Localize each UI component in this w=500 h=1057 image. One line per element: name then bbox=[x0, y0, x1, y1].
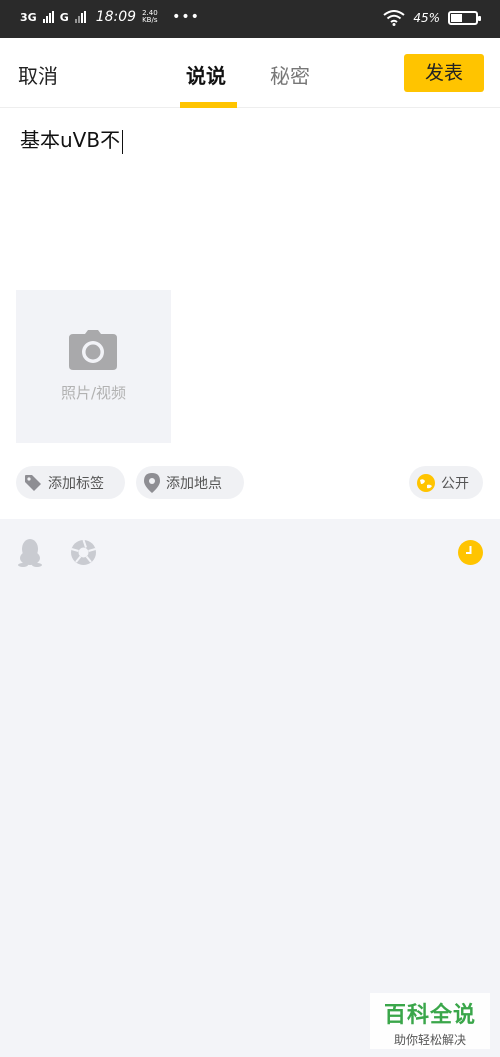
shutter-icon[interactable] bbox=[70, 539, 97, 566]
compose-header: 取消 说说 秘密 发表 bbox=[0, 38, 500, 108]
network-speed: 2.40 KB/s bbox=[142, 9, 158, 24]
text-cursor bbox=[122, 129, 124, 154]
watermark-main: 百科全说 bbox=[383, 1003, 476, 1028]
battery-percent: 45% bbox=[413, 11, 440, 25]
clock-time: 18:09 bbox=[95, 9, 137, 25]
clock-icon[interactable] bbox=[458, 540, 483, 565]
tab-secret[interactable]: 秘密 bbox=[270, 60, 310, 89]
network-type-1: 3G bbox=[20, 10, 37, 24]
media-label: 照片/视频 bbox=[60, 384, 127, 402]
watermark-sub: 助你轻松解决 bbox=[393, 1033, 466, 1047]
status-right: 45% bbox=[383, 10, 481, 26]
post-text-value: 基本uVB不 bbox=[20, 128, 121, 152]
signal-icon-2 bbox=[74, 11, 86, 23]
post-text-input[interactable]: 基本uVB不 bbox=[20, 124, 124, 154]
status-bar: 3G G 18:09 2.40 KB/s ••• 45% bbox=[0, 0, 500, 38]
tab-shuoshuo[interactable]: 说说 bbox=[186, 60, 226, 89]
bottom-panel bbox=[0, 519, 500, 1057]
add-tag-label: 添加标签 bbox=[48, 475, 104, 492]
visibility-button[interactable]: 公开 bbox=[409, 466, 483, 499]
cancel-button[interactable]: 取消 bbox=[18, 60, 58, 89]
network-type-2: G bbox=[59, 10, 69, 24]
tag-icon bbox=[25, 474, 41, 491]
location-pin-icon bbox=[144, 472, 160, 493]
battery-icon bbox=[448, 11, 481, 25]
publish-button[interactable]: 发表 bbox=[404, 54, 484, 92]
add-tag-button[interactable]: 添加标签 bbox=[16, 466, 125, 499]
more-notifications: ••• bbox=[172, 9, 200, 25]
status-left: 3G G 18:09 2.40 KB/s ••• bbox=[20, 9, 200, 25]
add-location-button[interactable]: 添加地点 bbox=[136, 466, 244, 499]
add-location-label: 添加地点 bbox=[166, 475, 222, 492]
qq-icon[interactable] bbox=[18, 539, 42, 567]
add-photo-video-button[interactable]: 照片/视频 bbox=[16, 290, 171, 443]
compose-area: 基本uVB不 照片/视频 添加标签 添加地点 公开 bbox=[0, 108, 500, 519]
wifi-icon bbox=[383, 10, 405, 26]
signal-icon bbox=[42, 11, 54, 23]
visibility-label: 公开 bbox=[441, 475, 469, 492]
globe-icon bbox=[417, 473, 435, 492]
camera-icon bbox=[69, 330, 117, 370]
watermark: 百科全说 助你轻松解决 bbox=[370, 993, 490, 1049]
